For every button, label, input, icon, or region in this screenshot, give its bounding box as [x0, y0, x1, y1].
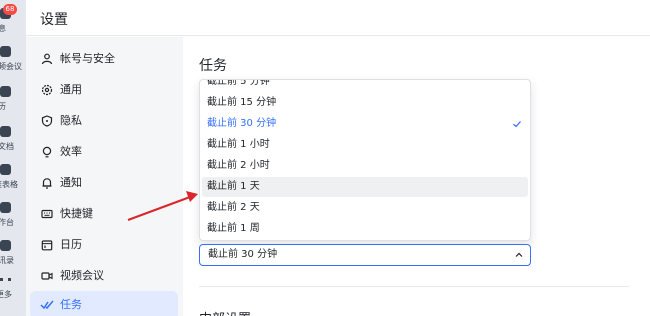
rail-item-more[interactable]: 更多: [0, 274, 26, 310]
option-label: 截止前 2 天: [207, 202, 260, 213]
nav-item-privacy[interactable]: 隐私: [30, 107, 178, 135]
rail-item-label: 更多: [0, 290, 12, 299]
nav-item-label: 任务: [60, 298, 82, 311]
contacts-icon: [0, 240, 11, 251]
dropdown-option[interactable]: 截止前 2 天: [202, 198, 528, 218]
nav-item-label: 快捷键: [60, 207, 93, 220]
section-divider: [199, 286, 629, 287]
chevron-up-icon: [515, 252, 523, 257]
nav-item-video-meeting[interactable]: 视频会议: [30, 262, 178, 290]
dropdown-option[interactable]: 截止前 1 周: [202, 219, 528, 239]
rail-item-label: 云文档: [0, 142, 14, 151]
settings-nav: 帐号与安全 通用 隐私 效率 通知 快捷键 日历 视频会议 任务: [26, 37, 183, 316]
rail-item-label: 多维表格: [0, 180, 18, 189]
settings-header: 设置: [26, 0, 650, 36]
dropdown-option-selected[interactable]: 截止前 30 分钟: [202, 114, 528, 134]
option-label: 截止前 2 小时: [207, 160, 270, 171]
more-icon: [0, 278, 11, 282]
dropdown-option[interactable]: 截止前 1 小时: [202, 135, 528, 155]
reminder-dropdown-menu[interactable]: 截止前 5 分钟 截止前 15 分钟 截止前 30 分钟 截止前 1 小时 截止…: [199, 79, 531, 241]
apps-icon: [0, 202, 11, 213]
nav-item-label: 通用: [60, 83, 82, 96]
option-label: 截止前 1 周: [207, 223, 260, 234]
nav-item-efficiency[interactable]: 效率: [30, 138, 178, 166]
check-icon: [513, 121, 521, 128]
keyboard-icon: [40, 207, 54, 221]
nav-item-label: 隐私: [60, 114, 82, 127]
rail-item-workplace[interactable]: 工作台: [0, 198, 26, 234]
section-title-internal: 内部设置: [199, 308, 251, 316]
section-title: 任务: [199, 58, 227, 74]
nav-item-label: 视频会议: [60, 269, 104, 282]
video-icon: [40, 269, 54, 283]
dropdown-option[interactable]: 截止前 15 分钟: [202, 93, 528, 113]
nav-item-tasks[interactable]: 任务: [30, 291, 178, 316]
rail-item-base[interactable]: 多维表格: [0, 160, 26, 196]
option-label: 截止前 15 分钟: [207, 97, 277, 108]
table-icon: [0, 164, 11, 175]
user-icon: [40, 52, 54, 66]
task-check-icon: [40, 298, 54, 312]
bulb-icon: [40, 145, 54, 159]
shield-icon: [40, 114, 54, 128]
dropdown-option[interactable]: 截止前 5 分钟: [202, 79, 528, 92]
video-icon: [0, 46, 11, 57]
select-value: 截止前 30 分钟: [208, 249, 278, 260]
option-label: 截止前 30 分钟: [207, 118, 277, 129]
rail-item-messages[interactable]: 68 消息: [0, 2, 26, 38]
gear-icon: [40, 83, 54, 97]
nav-item-label: 效率: [60, 145, 82, 158]
rail-item-docs[interactable]: 云文档: [0, 122, 26, 158]
rail-item-label: 消息: [0, 24, 6, 33]
nav-item-calendar[interactable]: 日历: [30, 231, 178, 259]
dropdown-option-hovered[interactable]: 截止前 1 天: [202, 177, 528, 197]
app-rail: 68 消息 视频会议 日历 云文档 多维表格 工作台 通讯录 更多: [0, 0, 26, 316]
rail-item-video[interactable]: 视频会议: [0, 42, 26, 78]
nav-item-account-security[interactable]: 帐号与安全: [30, 45, 178, 73]
settings-content: 任务 截止前 5 分钟 截止前 15 分钟 截止前 30 分钟 截止前 1 小时…: [183, 37, 650, 316]
calendar-icon: [0, 86, 11, 97]
rail-item-label: 日历: [0, 102, 6, 111]
rail-item-label: 工作台: [0, 218, 14, 227]
nav-item-label: 帐号与安全: [60, 52, 115, 65]
rail-item-calendar[interactable]: 日历: [0, 82, 26, 118]
option-label: 截止前 1 小时: [207, 139, 270, 150]
nav-item-general[interactable]: 通用: [30, 76, 178, 104]
unread-badge: 68: [3, 4, 17, 15]
option-label: 截止前 1 天: [207, 181, 260, 192]
calendar-icon: [40, 238, 54, 252]
nav-item-label: 通知: [60, 176, 82, 189]
rail-item-label: 通讯录: [0, 256, 14, 265]
rail-item-label: 视频会议: [0, 62, 22, 71]
dropdown-option[interactable]: 截止前 2 小时: [202, 156, 528, 176]
annotation-arrow-icon: [127, 191, 198, 221]
reminder-select[interactable]: 截止前 30 分钟: [199, 244, 531, 266]
bell-icon: [40, 176, 54, 190]
nav-item-label: 日历: [60, 238, 82, 251]
rail-item-contacts[interactable]: 通讯录: [0, 236, 26, 272]
option-label: 截止前 5 分钟: [207, 79, 270, 87]
doc-icon: [0, 126, 11, 137]
page-title: 设置: [40, 12, 68, 28]
